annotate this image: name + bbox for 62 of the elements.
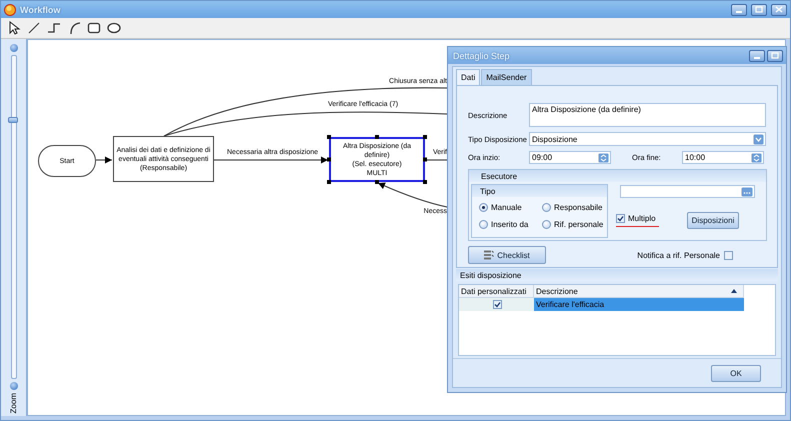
radio-label[interactable]: Responsabile	[554, 203, 602, 212]
radio-label[interactable]: Manuale	[491, 203, 522, 212]
rectangle-tool-icon[interactable]	[87, 21, 101, 35]
description-field[interactable]: Altra Disposizione (da definire)	[529, 103, 766, 127]
connector-arrow[interactable]	[378, 182, 448, 208]
checkbox-label[interactable]: Notifica a rif. Personale	[637, 250, 720, 260]
step-line-tool-icon[interactable]	[47, 21, 61, 35]
maximize-icon	[771, 52, 779, 59]
connector-line[interactable]	[164, 112, 448, 136]
minimize-button[interactable]	[731, 4, 747, 16]
checkbox[interactable]	[724, 250, 733, 260]
connector-arrow[interactable]	[96, 156, 112, 164]
radio-label[interactable]: Rif. personale	[554, 220, 604, 229]
spin-icon[interactable]	[598, 152, 609, 162]
close-button[interactable]	[771, 4, 787, 16]
zoom-out-button[interactable]	[10, 44, 18, 52]
window-title: Workflow	[20, 4, 62, 14]
column-header[interactable]: Dati personalizzati	[459, 285, 534, 298]
tab[interactable]: MailSender	[481, 69, 532, 85]
radio-button[interactable]	[479, 203, 488, 212]
section-header: Esiti disposizione	[456, 269, 778, 281]
checkbox[interactable]	[616, 214, 625, 223]
zoom-slider-track[interactable]	[10, 55, 16, 379]
connector-arrow[interactable]	[214, 156, 328, 164]
zoom-slider-thumb[interactable]	[8, 117, 18, 124]
pointer-tool-icon[interactable]	[7, 21, 21, 35]
type-dropdown[interactable]: Disposizione	[529, 132, 766, 146]
checkbox-label[interactable]: Multiplo	[628, 214, 656, 223]
sort-ascending-icon	[731, 289, 737, 293]
underline-mark	[616, 226, 659, 227]
dropdown-icon[interactable]	[753, 134, 764, 144]
checkbox[interactable]	[493, 300, 502, 309]
ellipse-tool-icon[interactable]	[107, 21, 121, 35]
end-time-field[interactable]: 10:00	[682, 151, 764, 164]
radio-button[interactable]	[542, 220, 551, 229]
maximize-button[interactable]	[751, 4, 767, 16]
radio-label[interactable]: Inserito da	[491, 220, 528, 229]
close-icon	[775, 6, 783, 13]
column-header[interactable]: Descrizione	[534, 285, 744, 298]
group-title: Esecutore	[481, 172, 518, 180]
ellipsis-icon[interactable]	[741, 186, 753, 196]
maximize-icon	[755, 6, 763, 13]
spin-icon[interactable]	[751, 152, 762, 162]
table-cell[interactable]: Verificare l'efficacia	[534, 298, 744, 311]
dialog-title: Dettaglio Step	[453, 50, 511, 60]
zoom-label: Zoom	[9, 392, 18, 413]
checklist-button[interactable]: Checklist	[468, 246, 546, 264]
list-icon	[484, 250, 494, 260]
executor-field[interactable]	[620, 185, 755, 198]
connector-line[interactable]	[164, 87, 448, 136]
radio-button[interactable]	[479, 220, 488, 229]
start-time-field[interactable]: 09:00	[529, 151, 611, 164]
tab[interactable]: Dati	[456, 69, 480, 85]
group-title: Tipo	[480, 186, 496, 196]
zoom-in-button[interactable]	[10, 382, 18, 390]
line-tool-icon[interactable]	[27, 21, 41, 35]
minimize-button[interactable]	[749, 50, 765, 62]
radio-button[interactable]	[542, 203, 551, 212]
dispositions-button[interactable]: Disposizioni	[687, 212, 739, 229]
maximize-button[interactable]	[767, 50, 783, 62]
app-icon	[4, 4, 16, 16]
ok-button[interactable]: OK	[711, 364, 761, 382]
